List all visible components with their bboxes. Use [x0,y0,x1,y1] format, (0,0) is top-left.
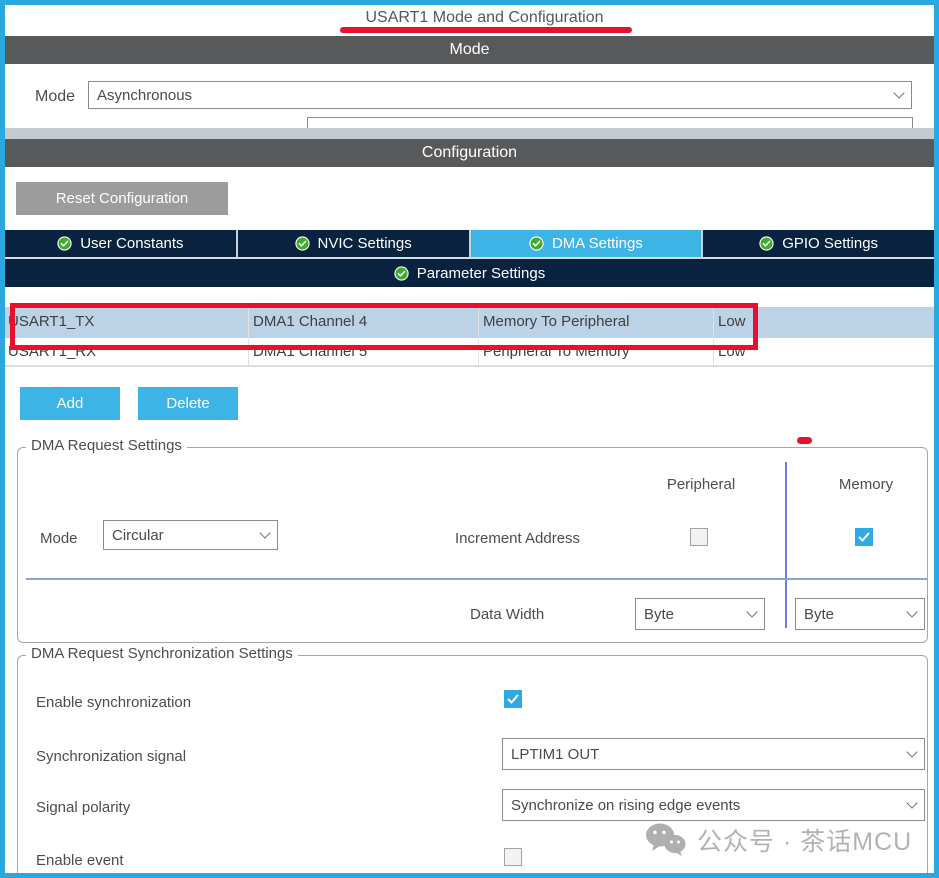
dma-sync-settings-group: DMA Request Synchronization Settings Ena… [17,645,928,873]
tab-nvic-settings[interactable]: NVIC Settings [235,230,469,257]
enable-sync-checkbox[interactable] [504,690,522,708]
chevron-down-icon [906,746,918,758]
dialog-header: USART1 Mode and Configuration [5,5,934,36]
cell-channel[interactable]: DMA1 Channel 4 [253,313,367,330]
delete-button[interactable]: Delete [138,387,238,420]
chevron-down-icon [906,797,918,809]
cell-priority[interactable]: Low [718,343,746,360]
data-width-memory-select[interactable]: Byte [795,598,925,630]
enable-event-label: Enable event [36,852,124,869]
dma-request-table: USART1_TX DMA1 Channel 4 Memory To Perip… [5,303,934,367]
data-width-label: Data Width [470,606,545,623]
checkmark-icon [507,694,519,704]
tab-label: NVIC Settings [317,235,412,252]
check-circle-icon [57,236,72,251]
checkmark-icon [858,532,870,542]
column-divider [785,462,787,628]
dma-mode-select[interactable]: Circular [103,520,278,550]
mode-select[interactable]: Asynchronous [88,81,912,109]
red-underline-annotation [340,27,632,33]
sync-signal-label: Synchronization signal [36,748,187,765]
tab-label: User Constants [80,235,184,252]
mode-section-bar: Mode [5,36,934,64]
signal-polarity-label: Signal polarity [36,799,131,816]
tab-dma-settings[interactable]: DMA Settings [468,230,702,257]
chevron-down-icon [746,606,758,618]
row-divider [26,578,927,580]
data-width-memory-value: Byte [804,605,835,623]
add-button[interactable]: Add [20,387,120,420]
dma-mode-label: Mode [40,530,78,547]
data-width-peripheral-value: Byte [644,605,675,623]
sync-signal-value: LPTIM1 OUT [511,745,600,763]
cell-request[interactable]: USART1_TX [8,313,94,330]
increment-peripheral-checkbox[interactable] [690,528,708,546]
tab-gpio-settings[interactable]: GPIO Settings [701,230,934,257]
settings-tab-bar: User Constants NVIC Settings DMA Setting… [5,230,934,259]
check-circle-icon [394,265,409,281]
divider-band [5,128,934,139]
dma-mode-select-value: Circular [112,526,164,544]
parameter-settings-bar[interactable]: Parameter Settings [5,259,934,287]
partial-select-cutoff[interactable] [307,117,913,128]
configuration-section-bar: Configuration [5,139,934,167]
mode-section-title: Mode [449,41,490,58]
mode-select-value: Asynchronous [97,86,193,104]
chevron-down-icon [259,527,271,539]
parameter-settings-label: Parameter Settings [416,264,546,282]
column-separator [713,307,714,365]
usart1-config-dialog: USART1 Mode and Configuration Mode Mode … [0,0,939,878]
tab-label: GPIO Settings [782,235,879,252]
enable-event-checkbox[interactable] [504,848,522,866]
column-separator [478,307,479,365]
table-row-selected[interactable] [5,307,934,338]
increment-address-label: Increment Address [455,530,581,547]
signal-polarity-select[interactable]: Synchronize on rising edge events [502,789,925,821]
mode-area: Mode Asynchronous [5,64,934,128]
signal-polarity-value: Synchronize on rising edge events [511,796,741,814]
check-circle-icon [529,236,544,251]
sync-signal-select[interactable]: LPTIM1 OUT [502,738,925,770]
tab-user-constants[interactable]: User Constants [5,230,236,257]
increment-memory-checkbox[interactable] [855,528,873,546]
configuration-section-title: Configuration [421,144,518,161]
group-legend: DMA Request Settings [26,437,187,454]
group-legend: DMA Request Synchronization Settings [26,645,298,662]
check-circle-icon [759,236,774,251]
table-row[interactable] [5,338,934,365]
red-dash-annotation [797,437,812,444]
enable-sync-label: Enable synchronization [36,694,192,711]
reset-area: Reset Configuration [5,167,934,230]
column-separator [248,307,249,365]
chevron-down-icon [893,87,905,99]
reset-configuration-button[interactable]: Reset Configuration [16,182,228,215]
cell-channel[interactable]: DMA1 Channel 5 [253,343,367,360]
data-width-peripheral-select[interactable]: Byte [635,598,765,630]
cell-direction[interactable]: Peripheral To Memory [483,343,629,360]
dma-request-settings-group: DMA Request Settings Peripheral Memory M… [17,437,928,643]
tab-label: DMA Settings [551,235,643,252]
memory-column-header: Memory [838,476,894,493]
check-circle-icon [294,236,310,251]
peripheral-column-header: Peripheral [666,476,736,493]
table-actions: Add Delete [5,367,934,429]
mode-label: Mode [35,88,76,105]
chevron-down-icon [906,606,918,618]
cell-direction[interactable]: Memory To Peripheral [483,313,629,330]
cell-priority[interactable]: Low [718,313,746,330]
cell-request[interactable]: USART1_RX [8,343,96,360]
